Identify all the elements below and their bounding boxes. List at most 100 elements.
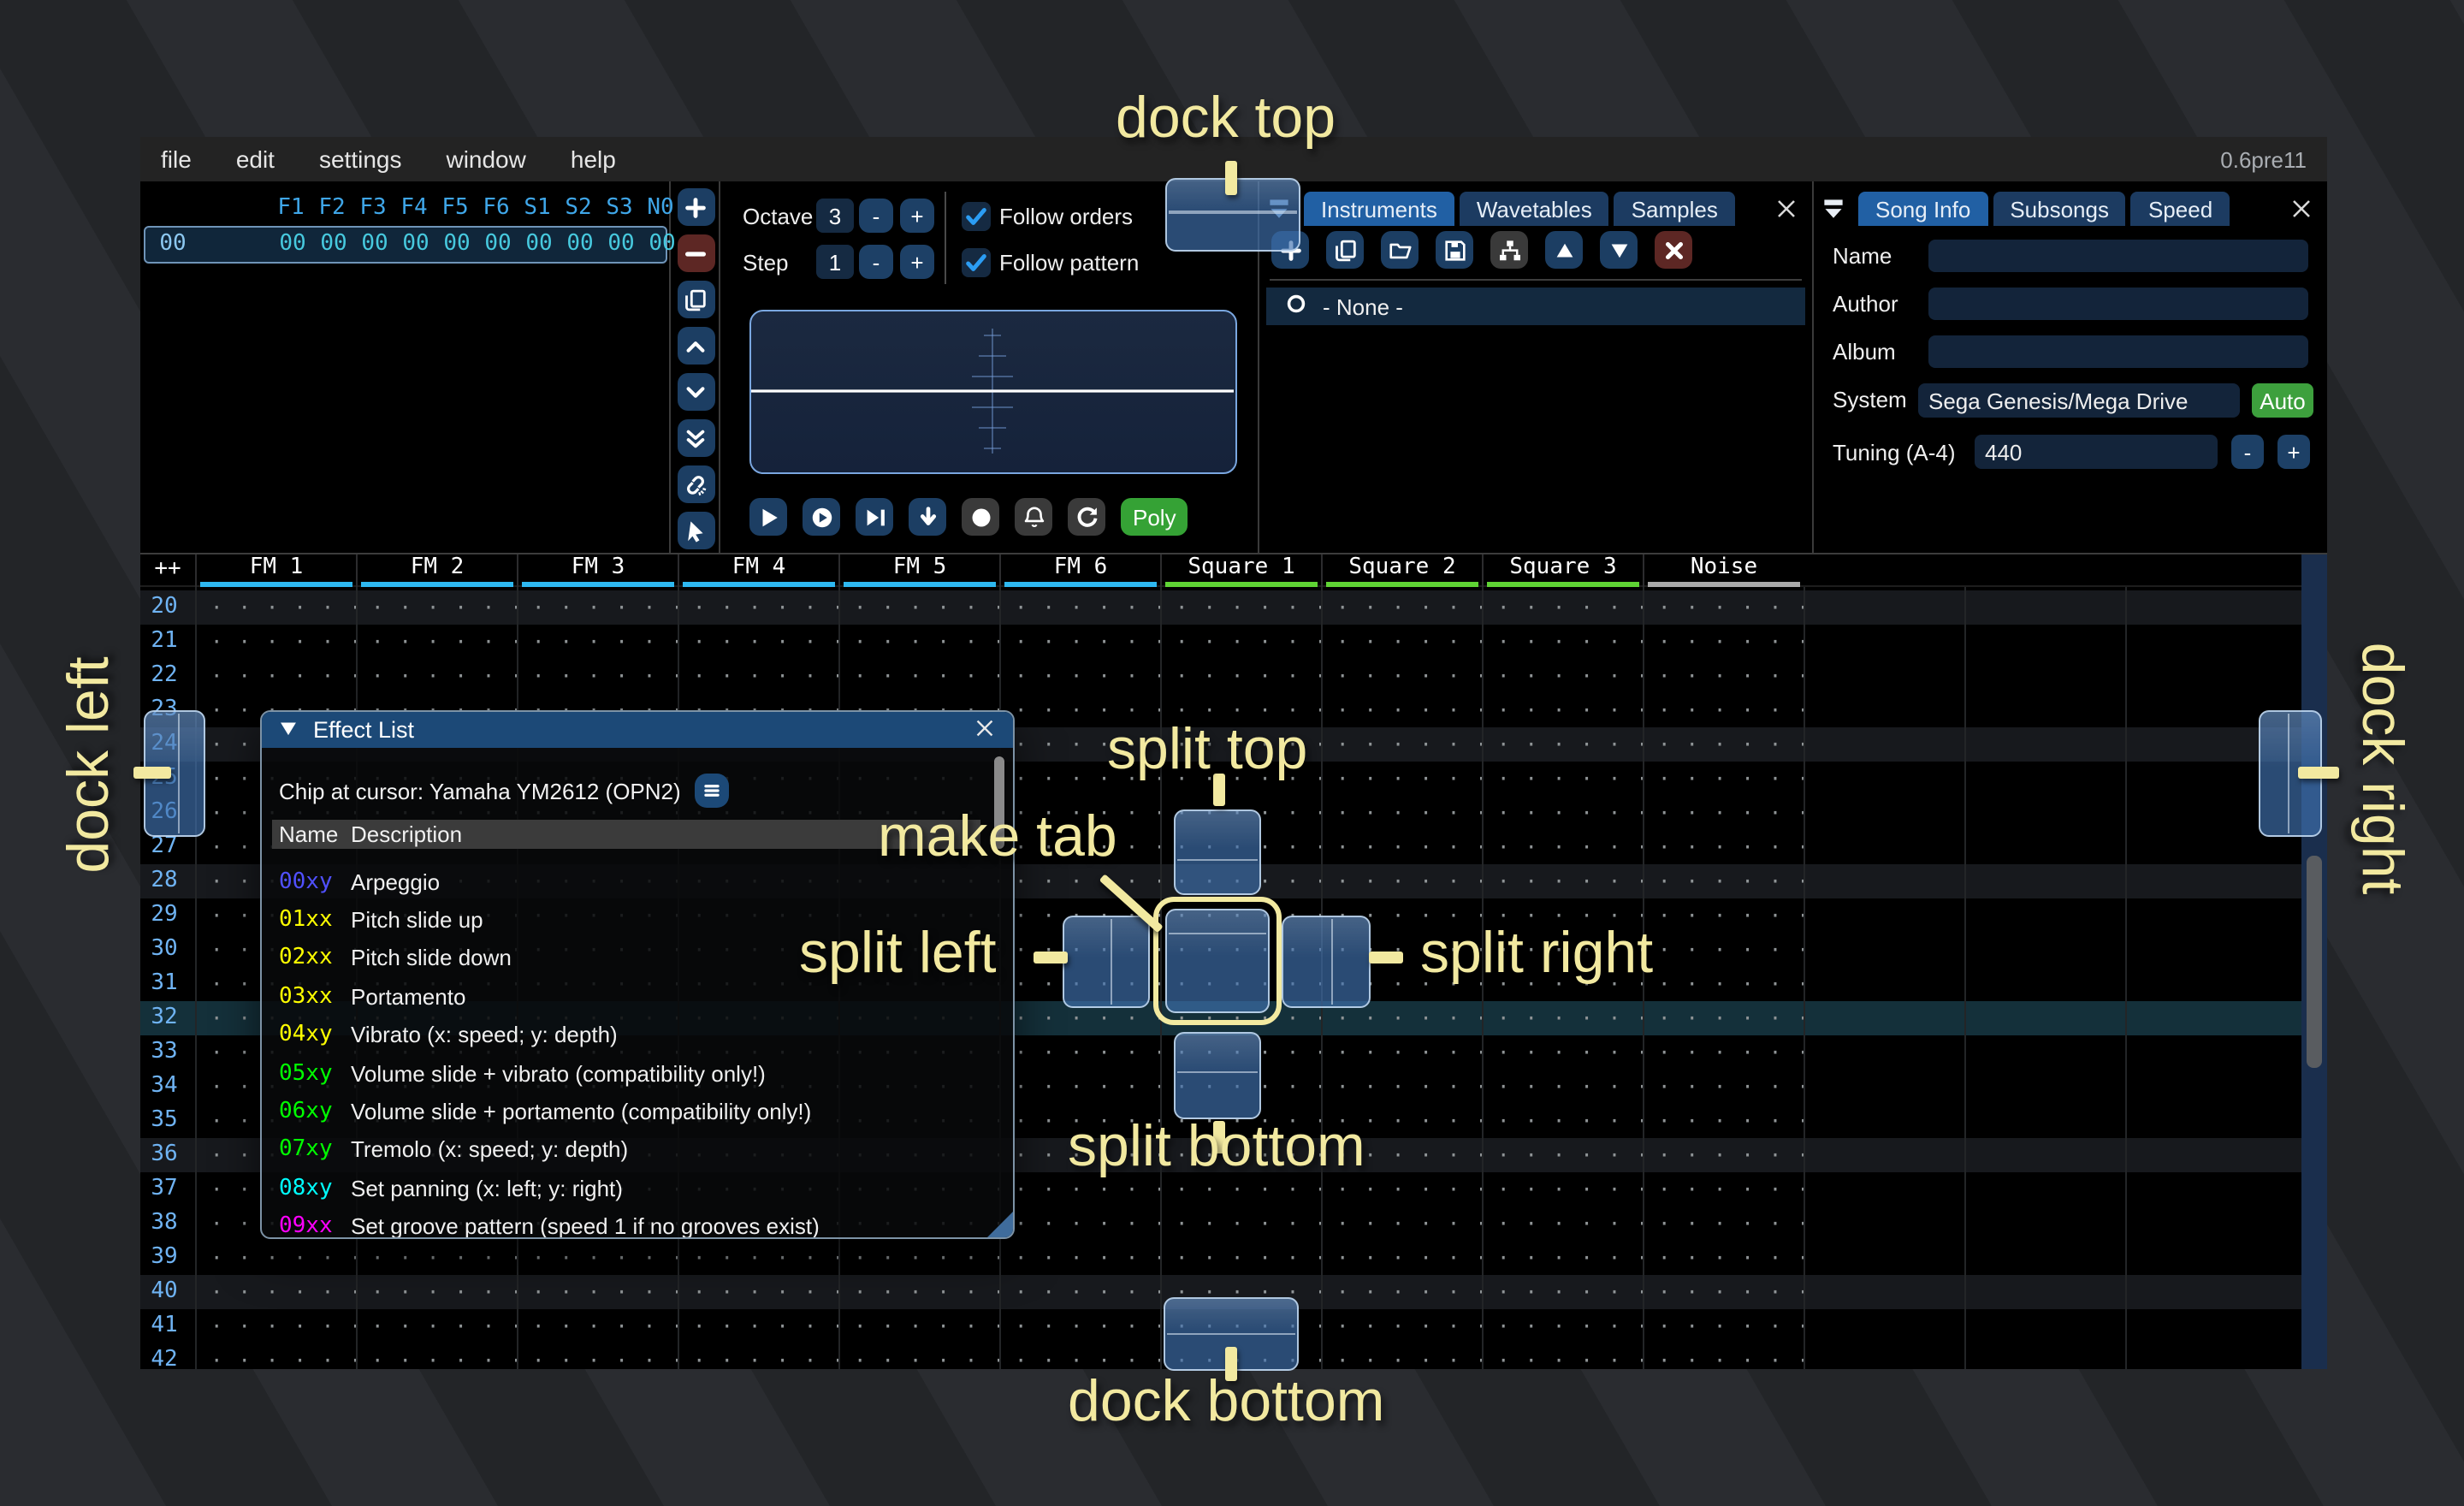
pattern-cell[interactable]: ······ bbox=[195, 1246, 356, 1273]
pattern-cell[interactable]: ······ bbox=[999, 767, 1160, 794]
pattern-cell[interactable]: ······ bbox=[356, 596, 517, 623]
channel-header-fm-1[interactable]: FM 1 bbox=[195, 554, 356, 587]
step-value[interactable]: 1 bbox=[816, 245, 854, 279]
pattern-cell[interactable]: ······ bbox=[1160, 664, 1321, 691]
pattern-cell[interactable]: ······ bbox=[678, 1349, 838, 1369]
order-row-index[interactable]: 00 bbox=[149, 231, 197, 257]
pattern-cell[interactable]: ······ bbox=[1643, 767, 1804, 794]
instrument-folders-button[interactable] bbox=[1490, 231, 1528, 269]
expand-channels-button[interactable]: ++ bbox=[140, 556, 195, 582]
pattern-cell[interactable]: ······ bbox=[1160, 1212, 1321, 1239]
pattern-cell[interactable]: ······ bbox=[1482, 1314, 1643, 1342]
pattern-cell[interactable]: ······ bbox=[678, 1280, 838, 1307]
pattern-cell[interactable]: ······ bbox=[999, 1177, 1160, 1205]
pattern-cell[interactable]: ······ bbox=[1160, 1109, 1321, 1136]
step-increase-button[interactable]: + bbox=[900, 245, 934, 279]
effect-row[interactable]: 04xyVibrato (x: speed; y: depth) bbox=[262, 1016, 1013, 1054]
channel-header-noise[interactable]: Noise bbox=[1643, 554, 1804, 587]
pattern-cell[interactable]: ······ bbox=[1482, 938, 1643, 965]
pattern-cell[interactable]: ······ bbox=[1160, 904, 1321, 931]
menu-item-settings[interactable]: settings bbox=[319, 145, 402, 173]
pattern-cell[interactable]: ······ bbox=[1321, 1109, 1482, 1136]
pattern-cell[interactable]: ······ bbox=[999, 1280, 1160, 1307]
pattern-cell[interactable]: ······ bbox=[1482, 630, 1643, 657]
pattern-cell[interactable]: ······ bbox=[1321, 630, 1482, 657]
pattern-cell[interactable]: ······ bbox=[1160, 1006, 1321, 1034]
pattern-cell[interactable]: ······ bbox=[999, 869, 1160, 897]
pattern-cell[interactable]: ······ bbox=[1321, 904, 1482, 931]
pattern-cell[interactable]: ······ bbox=[1643, 1246, 1804, 1273]
pattern-cell[interactable]: ······ bbox=[678, 630, 838, 657]
pattern-cell[interactable]: ······ bbox=[838, 1349, 999, 1369]
channel-header-square-1[interactable]: Square 1 bbox=[1160, 554, 1321, 587]
pattern-cell[interactable]: ······ bbox=[1321, 1246, 1482, 1273]
repeat-pattern-button[interactable] bbox=[1068, 498, 1105, 536]
effect-list-titlebar[interactable]: Effect List bbox=[262, 712, 1013, 748]
duplicate-button[interactable] bbox=[1326, 231, 1364, 269]
pattern-cell[interactable]: ······ bbox=[999, 1041, 1160, 1068]
pattern-cell[interactable]: ······ bbox=[1160, 972, 1321, 999]
pattern-cell[interactable]: ······ bbox=[1482, 1212, 1643, 1239]
pattern-cell[interactable]: ······ bbox=[356, 630, 517, 657]
menu-item-help[interactable]: help bbox=[571, 145, 616, 173]
channel-header-square-3[interactable]: Square 3 bbox=[1482, 554, 1643, 587]
effect-list-scrollbar[interactable] bbox=[994, 756, 1004, 849]
play-button[interactable] bbox=[749, 498, 787, 536]
pattern-cell[interactable]: ······ bbox=[356, 1314, 517, 1342]
instruments-tab-instruments[interactable]: Instruments bbox=[1304, 192, 1454, 226]
tuning-increase-button[interactable]: + bbox=[2277, 435, 2310, 469]
collapse-icon[interactable] bbox=[1819, 193, 1850, 224]
pattern-cell[interactable]: ······ bbox=[1643, 1314, 1804, 1342]
play-from-cursor-button[interactable] bbox=[856, 498, 893, 536]
effect-row[interactable]: 06xyVolume slide + portamento (compatibi… bbox=[262, 1093, 1013, 1131]
channel-header-fm-2[interactable]: FM 2 bbox=[356, 554, 517, 587]
pattern-scrollbar[interactable] bbox=[2301, 554, 2327, 1369]
channel-header-fm-3[interactable]: FM 3 bbox=[517, 554, 678, 587]
system-field[interactable]: Sega Genesis/Mega Drive bbox=[1918, 383, 2240, 418]
instruments-tab-wavetables[interactable]: Wavetables bbox=[1460, 192, 1609, 226]
metronome-button[interactable] bbox=[1015, 498, 1052, 536]
pattern-cell[interactable]: ······ bbox=[999, 904, 1160, 931]
pattern-cell[interactable]: ······ bbox=[1643, 1109, 1804, 1136]
pattern-cell[interactable]: ······ bbox=[1482, 698, 1643, 726]
pattern-cell[interactable]: ······ bbox=[1643, 904, 1804, 931]
pattern-cell[interactable]: ······ bbox=[1482, 835, 1643, 863]
pattern-cell[interactable]: ······ bbox=[1321, 938, 1482, 965]
order-row[interactable]: 0000000000000000000000 bbox=[144, 226, 667, 264]
pattern-cell[interactable]: ······ bbox=[517, 630, 678, 657]
pattern-cell[interactable]: ······ bbox=[1321, 1280, 1482, 1307]
menu-item-file[interactable]: file bbox=[161, 145, 192, 173]
menu-item-edit[interactable]: edit bbox=[236, 145, 275, 173]
pattern-cell[interactable]: ······ bbox=[1321, 1041, 1482, 1068]
pattern-cell[interactable]: ······ bbox=[195, 596, 356, 623]
pattern-cell[interactable]: ······ bbox=[1643, 630, 1804, 657]
pattern-cell[interactable]: ······ bbox=[1160, 869, 1321, 897]
pattern-cell[interactable]: ······ bbox=[195, 1314, 356, 1342]
pattern-cell[interactable]: ······ bbox=[999, 732, 1160, 760]
pattern-cell[interactable]: ······ bbox=[999, 698, 1160, 726]
pattern-cell[interactable]: ······ bbox=[678, 1314, 838, 1342]
pattern-cell[interactable]: ······ bbox=[999, 1109, 1160, 1136]
add-button[interactable] bbox=[1271, 231, 1309, 269]
pattern-cell[interactable]: ······ bbox=[1321, 801, 1482, 828]
pattern-cell[interactable]: ······ bbox=[1482, 1177, 1643, 1205]
pattern-cell[interactable]: ······ bbox=[1321, 732, 1482, 760]
channel-header-square-2[interactable]: Square 2 bbox=[1321, 554, 1482, 587]
pattern-cell[interactable]: ······ bbox=[1643, 1349, 1804, 1369]
pattern-cell[interactable]: ······ bbox=[1321, 1349, 1482, 1369]
move-down-button[interactable] bbox=[1600, 231, 1638, 269]
pattern-cell[interactable]: ······ bbox=[1643, 801, 1804, 828]
effect-row[interactable]: 01xxPitch slide up bbox=[262, 901, 1013, 940]
pattern-cell[interactable]: ······ bbox=[1643, 972, 1804, 999]
name-field[interactable] bbox=[1928, 240, 2308, 272]
pattern-cell[interactable]: ······ bbox=[1482, 596, 1643, 623]
tuning-decrease-button[interactable]: - bbox=[2231, 435, 2264, 469]
pattern-cell[interactable]: ······ bbox=[1321, 835, 1482, 863]
effect-row[interactable]: 08xySet panning (x: left; y: right) bbox=[262, 1169, 1013, 1207]
pattern-cell[interactable]: ······ bbox=[1321, 1006, 1482, 1034]
channel-header-fm-4[interactable]: FM 4 bbox=[678, 554, 838, 587]
pattern-cell[interactable]: ······ bbox=[1643, 1075, 1804, 1102]
pattern-cell[interactable]: ······ bbox=[1321, 698, 1482, 726]
delete-button[interactable] bbox=[1655, 231, 1692, 269]
pattern-cell[interactable]: ······ bbox=[1160, 767, 1321, 794]
